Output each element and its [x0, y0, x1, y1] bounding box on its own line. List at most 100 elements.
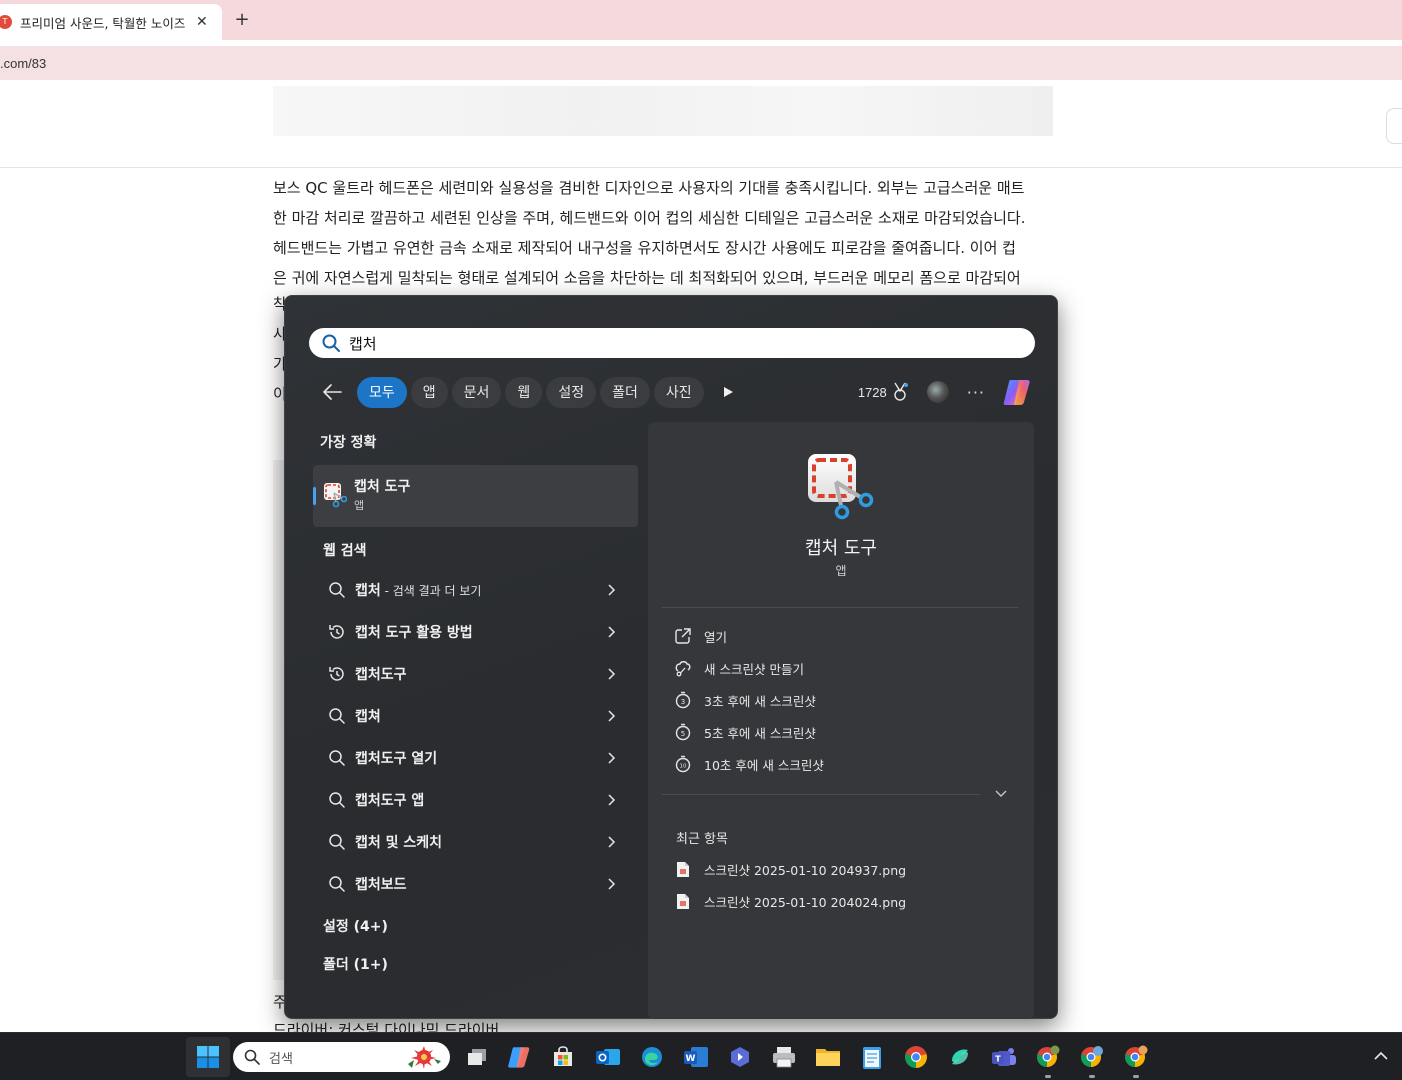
chrome-icon — [905, 1046, 927, 1068]
filter-photos[interactable]: 사진 — [653, 376, 704, 408]
edge-icon — [642, 1047, 662, 1067]
recent-file-item[interactable]: 스크린샷 2025-01-10 204024.png — [676, 890, 906, 912]
search-icon — [329, 582, 345, 598]
chevron-up-icon[interactable] — [1372, 1047, 1390, 1065]
recent-file-item[interactable]: 스크린샷 2025-01-10 204937.png — [676, 858, 906, 880]
best-match-type: 앱 — [354, 499, 365, 512]
recent-file-name: 스크린샷 2025-01-10 204024.png — [704, 894, 907, 910]
more-filters-button[interactable] — [712, 376, 744, 408]
back-button[interactable] — [315, 376, 349, 408]
rewards-medal-icon[interactable] — [891, 382, 909, 402]
page-divider — [0, 167, 1402, 168]
action-new-screenshot[interactable]: 새 스크린샷 만들기 — [674, 656, 804, 680]
article-spec-line: 드라이버: 커스텀 다이나믹 드라이버 — [273, 1021, 500, 1032]
web-result-item[interactable]: 캡쳐 — [313, 696, 638, 736]
search-input[interactable] — [349, 334, 949, 352]
detail-divider — [662, 607, 1018, 608]
result-detail-pane: 캡처 도구 앱 열기 새 스크린샷 만들기 3 3초 후에 새 스크린샷 5 5… — [648, 422, 1034, 1019]
snipping-tool-taskbar-button[interactable] — [768, 1041, 800, 1073]
more-options-icon[interactable]: ··· — [967, 383, 985, 402]
web-search-heading: 웹 검색 — [323, 543, 367, 559]
chrome-profile-2-button[interactable] — [1076, 1041, 1108, 1073]
web-result-item[interactable]: 캡처 - 검색 결과 더 보기 — [313, 570, 638, 610]
action-open[interactable]: 열기 — [674, 624, 727, 648]
web-result-label: 캡처도구 — [355, 667, 407, 683]
task-view-button[interactable] — [461, 1041, 493, 1073]
running-indicator — [1089, 1075, 1095, 1078]
rewards-points[interactable]: 1728 — [858, 385, 887, 400]
user-avatar[interactable] — [926, 381, 949, 403]
search-icon — [329, 792, 345, 808]
file-explorer-button[interactable] — [812, 1041, 844, 1073]
side-floating-widget[interactable] — [1386, 108, 1402, 144]
web-result-suffix: - 검색 결과 더 보기 — [380, 584, 482, 598]
omnibox[interactable]: .com/83 — [0, 46, 1402, 80]
filter-web[interactable]: 웹 — [505, 376, 543, 408]
article-line: 보스 QC 울트라 헤드폰은 세련미와 실용성을 겸비한 디자인으로 사용자의 … — [273, 179, 1025, 197]
chevron-down-icon[interactable] — [994, 786, 1008, 800]
svg-text:T: T — [995, 1055, 1001, 1064]
edge-button[interactable] — [636, 1041, 668, 1073]
copilot-app-button[interactable] — [944, 1041, 976, 1073]
web-result-label: 캡처도구 열기 — [355, 751, 438, 767]
browser-tab[interactable]: T 프리미엄 사운드, 탁월한 노이즈 ✕ — [0, 4, 222, 40]
bing-button[interactable] — [724, 1041, 756, 1073]
start-button[interactable] — [186, 1037, 230, 1077]
chrome-button[interactable] — [900, 1041, 932, 1073]
word-button[interactable]: W — [680, 1041, 712, 1073]
action-label: 3초 후에 새 스크린샷 — [704, 693, 816, 709]
image-file-icon — [677, 861, 689, 877]
chrome-profile-3-button[interactable] — [1120, 1041, 1152, 1073]
chevron-right-icon — [608, 878, 616, 890]
snipping-tool-icon — [324, 483, 347, 508]
task-view-icon — [468, 1049, 486, 1065]
filter-folders[interactable]: 폴더 — [600, 376, 650, 408]
copilot-icon[interactable] — [1001, 376, 1033, 408]
action-screenshot-3s[interactable]: 3 3초 후에 새 스크린샷 — [674, 688, 816, 712]
new-tab-button[interactable]: + — [232, 8, 252, 32]
web-result-item[interactable]: 캡처도구 열기 — [313, 738, 638, 778]
detail-app-type: 앱 — [835, 564, 847, 578]
outlook-icon — [596, 1049, 620, 1065]
search-box[interactable] — [309, 328, 1035, 358]
taskbar-search-box[interactable]: 검색 — [233, 1042, 450, 1072]
folder-results-heading[interactable]: 폴더 (1+) — [323, 954, 388, 974]
file-explorer-icon — [816, 1049, 840, 1066]
article-body: 보스 QC 울트라 헤드폰은 세련미와 실용성을 겸비한 디자인으로 사용자의 … — [273, 173, 1055, 293]
copilot-app-icon — [952, 1049, 968, 1065]
chevron-right-icon — [608, 836, 616, 848]
filter-settings[interactable]: 설정 — [546, 376, 597, 408]
web-result-item[interactable]: 캡처보드 — [313, 864, 638, 904]
web-result-label: 캡처 - 검색 결과 더 보기 — [355, 580, 604, 600]
filter-all[interactable]: 모두 — [357, 376, 407, 408]
notepad-button[interactable] — [856, 1041, 888, 1073]
timer-5-icon: 5 — [675, 723, 691, 741]
filter-documents[interactable]: 문서 — [451, 376, 502, 408]
copilot-taskbar-button[interactable] — [503, 1041, 535, 1073]
teams-button[interactable]: T — [988, 1041, 1020, 1073]
timer-10-icon: 10 — [675, 755, 691, 773]
chrome-profile-1-button[interactable] — [1032, 1041, 1064, 1073]
chevron-right-icon — [608, 668, 616, 680]
web-result-item[interactable]: 캡처도구 — [313, 654, 638, 694]
tab-title: 프리미엄 사운드, 탁월한 노이즈 — [20, 15, 186, 31]
web-result-label: 캡쳐 — [355, 709, 381, 725]
store-button[interactable] — [547, 1041, 579, 1073]
action-screenshot-10s[interactable]: 10 10초 후에 새 스크린샷 — [674, 752, 824, 776]
settings-results-heading[interactable]: 설정 (4+) — [323, 916, 388, 936]
chevron-right-icon — [608, 794, 616, 806]
outlook-button[interactable] — [592, 1041, 624, 1073]
web-result-label: 캡처 도구 활용 방법 — [355, 625, 473, 641]
action-screenshot-5s[interactable]: 5 5초 후에 새 스크린샷 — [674, 720, 816, 744]
search-icon — [244, 1049, 260, 1065]
web-result-item[interactable]: 캡처 및 스케치 — [313, 822, 638, 862]
tab-close-icon[interactable]: ✕ — [196, 14, 208, 30]
word-icon: W — [684, 1047, 708, 1067]
filter-apps[interactable]: 앱 — [410, 376, 448, 408]
chevron-right-icon — [608, 710, 616, 722]
web-result-item[interactable]: 캡처 도구 활용 방법 — [313, 612, 638, 652]
web-result-item[interactable]: 캡처도구 앱 — [313, 780, 638, 820]
best-match-item[interactable]: 캡처 도구 앱 — [313, 465, 638, 527]
notepad-icon — [863, 1047, 881, 1069]
search-icon — [329, 750, 345, 766]
